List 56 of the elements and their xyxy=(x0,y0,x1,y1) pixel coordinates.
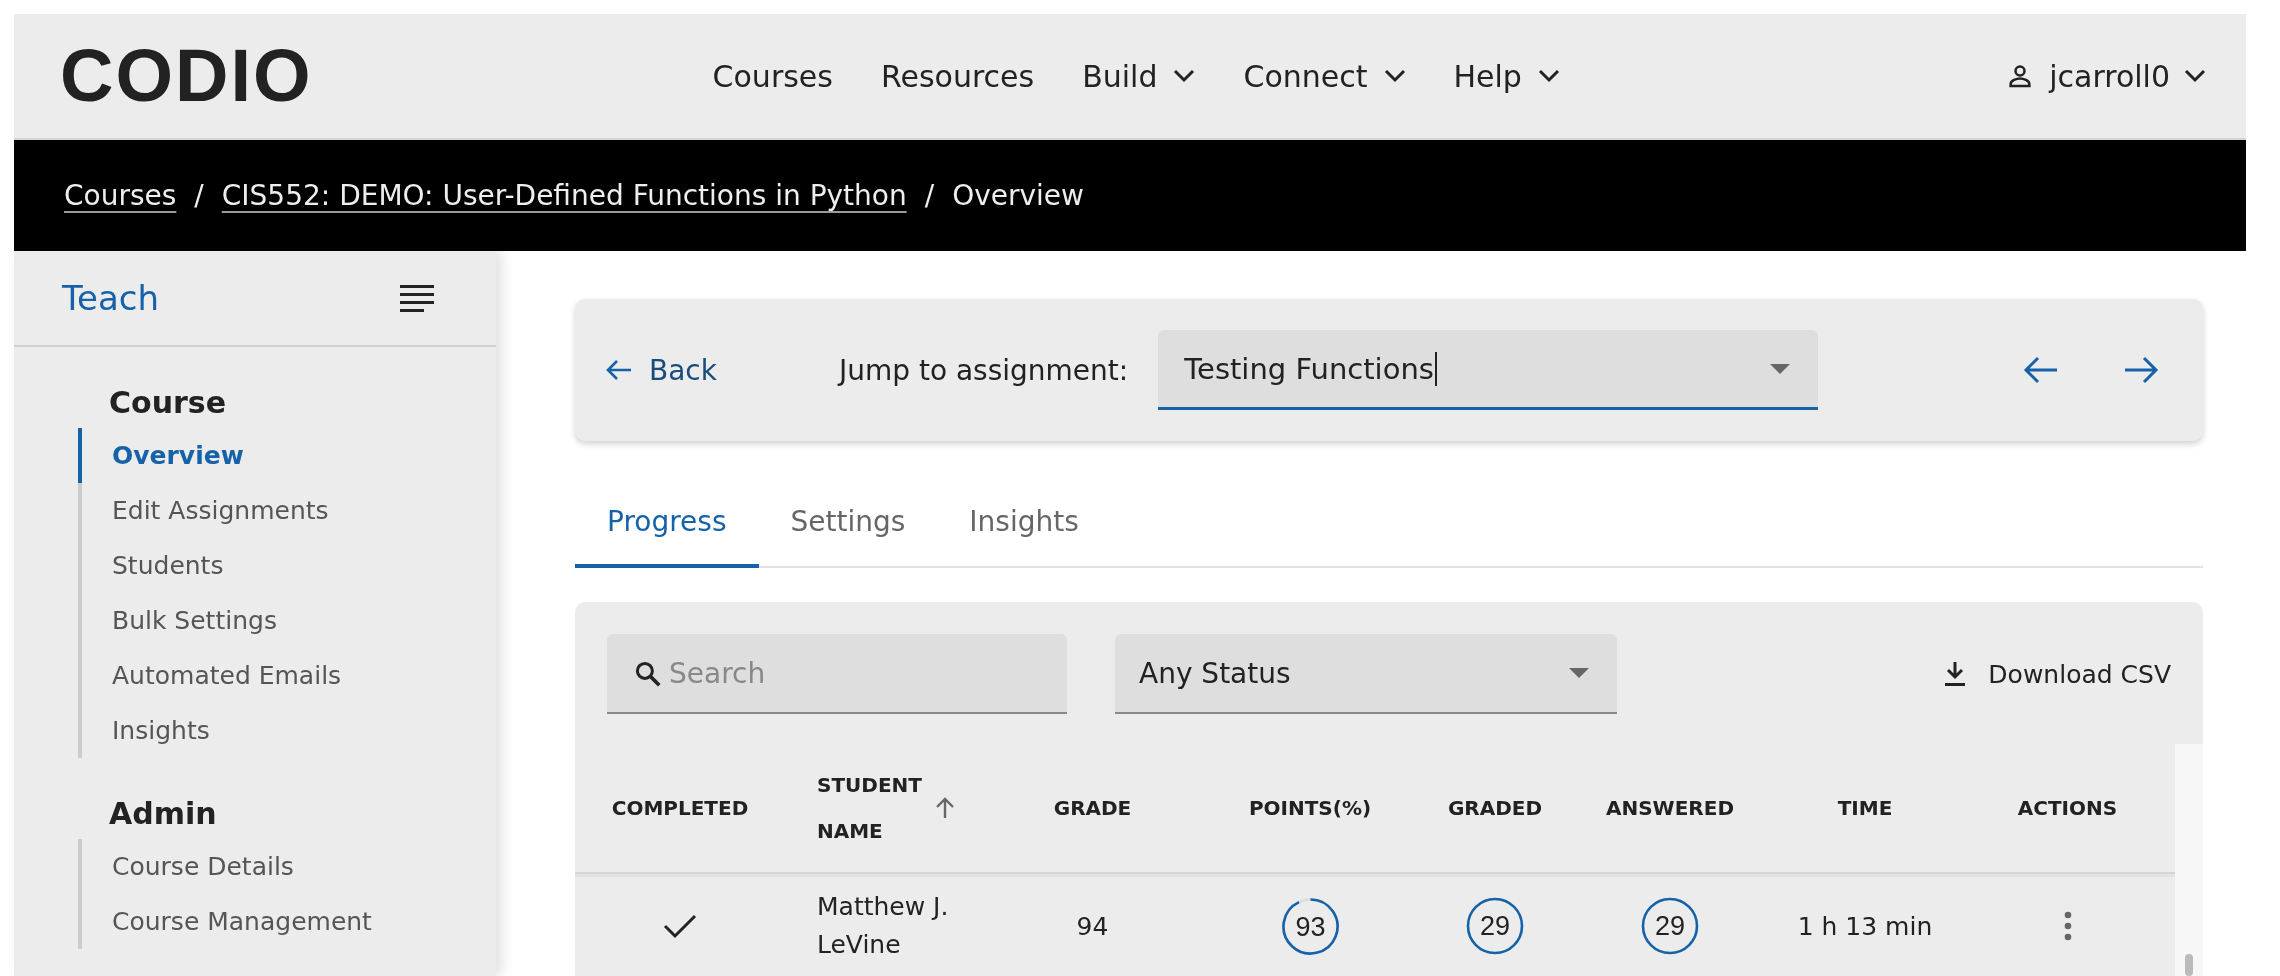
download-icon xyxy=(1944,661,1967,687)
breadcrumb-current: Overview xyxy=(952,179,1084,212)
menu-icon xyxy=(400,284,434,312)
tab[interactable]: Insights xyxy=(937,483,1111,568)
sidebar-item[interactable]: Overview xyxy=(78,428,496,483)
breadcrumb-link[interactable]: Courses xyxy=(64,179,177,212)
column-header[interactable]: ACTIONS xyxy=(2017,796,2118,820)
nav-link[interactable]: Build xyxy=(1082,58,1196,94)
scrollbar-thumb[interactable] xyxy=(2185,954,2193,976)
column-header[interactable]: GRADE xyxy=(1053,796,1132,820)
jump-label: Jump to assignment: xyxy=(839,353,1129,387)
time-value: 1 h 13 min xyxy=(1797,911,1933,941)
sidebar-item[interactable]: Course Management xyxy=(78,894,496,949)
nav-link[interactable]: Help xyxy=(1453,58,1560,94)
nav-link[interactable]: Resources xyxy=(880,58,1035,94)
progress-ring: 93 xyxy=(1281,897,1339,955)
dropdown-icon xyxy=(1569,668,1589,678)
breadcrumb-link[interactable]: CIS552: DEMO: User-Defined Functions in Python xyxy=(221,179,907,212)
breadcrumb-separator: / xyxy=(924,179,935,212)
student-name: Matthew J. LeVine xyxy=(817,891,950,961)
scrollbar[interactable] xyxy=(2175,744,2203,976)
sidebar-item[interactable]: Edit Assignments xyxy=(78,483,496,538)
column-header[interactable]: TIME xyxy=(1837,796,1893,820)
sidebar-item[interactable]: Course Details xyxy=(78,839,496,894)
arrow-left-icon xyxy=(605,358,633,382)
user-menu[interactable]: jcarroll0 xyxy=(2005,58,2206,94)
back-link[interactable]: Back xyxy=(605,353,717,387)
section-heading: Course xyxy=(108,384,227,422)
column-header[interactable]: ANSWERED xyxy=(1606,796,1734,820)
column-header[interactable]: GRADED xyxy=(1447,796,1543,820)
nav-link[interactable]: Connect xyxy=(1243,58,1406,94)
grade-value: 94 xyxy=(1076,911,1109,941)
download-button[interactable]: Download CSV xyxy=(1944,659,2171,689)
answered-count: 29 xyxy=(1639,895,1701,957)
logo[interactable]: CODIO xyxy=(60,39,313,113)
sidebar-item[interactable]: Bulk Settings xyxy=(78,593,496,648)
section-heading: Admin xyxy=(108,795,218,833)
graded-count: 29 xyxy=(1464,895,1526,957)
arrow-left-icon xyxy=(2023,355,2059,385)
sidebar-item[interactable]: Students xyxy=(78,538,496,593)
column-header[interactable]: POINTS(%) xyxy=(1248,796,1372,820)
tab[interactable]: Progress xyxy=(575,483,759,568)
assignment-select[interactable]: Testing Functions xyxy=(1158,330,1819,410)
column-header[interactable]: STUDENT NAME xyxy=(817,762,927,854)
search-field[interactable]: Search xyxy=(607,634,1067,714)
sidebar-item[interactable]: Automated Emails xyxy=(78,648,496,703)
status-select[interactable]: Any Status xyxy=(1115,634,1617,714)
breadcrumb-separator: / xyxy=(194,179,204,212)
dropdown-icon xyxy=(1770,363,1791,374)
more-vertical-icon xyxy=(2062,911,2073,941)
column-header[interactable]: COMPLETED xyxy=(611,796,749,820)
arrow-right-icon xyxy=(2123,355,2159,385)
sidebar-item[interactable]: Insights xyxy=(78,703,496,758)
nav-link[interactable]: Courses xyxy=(712,58,833,94)
tab[interactable]: Settings xyxy=(758,483,938,568)
sidebar-title: Teach xyxy=(62,278,159,318)
